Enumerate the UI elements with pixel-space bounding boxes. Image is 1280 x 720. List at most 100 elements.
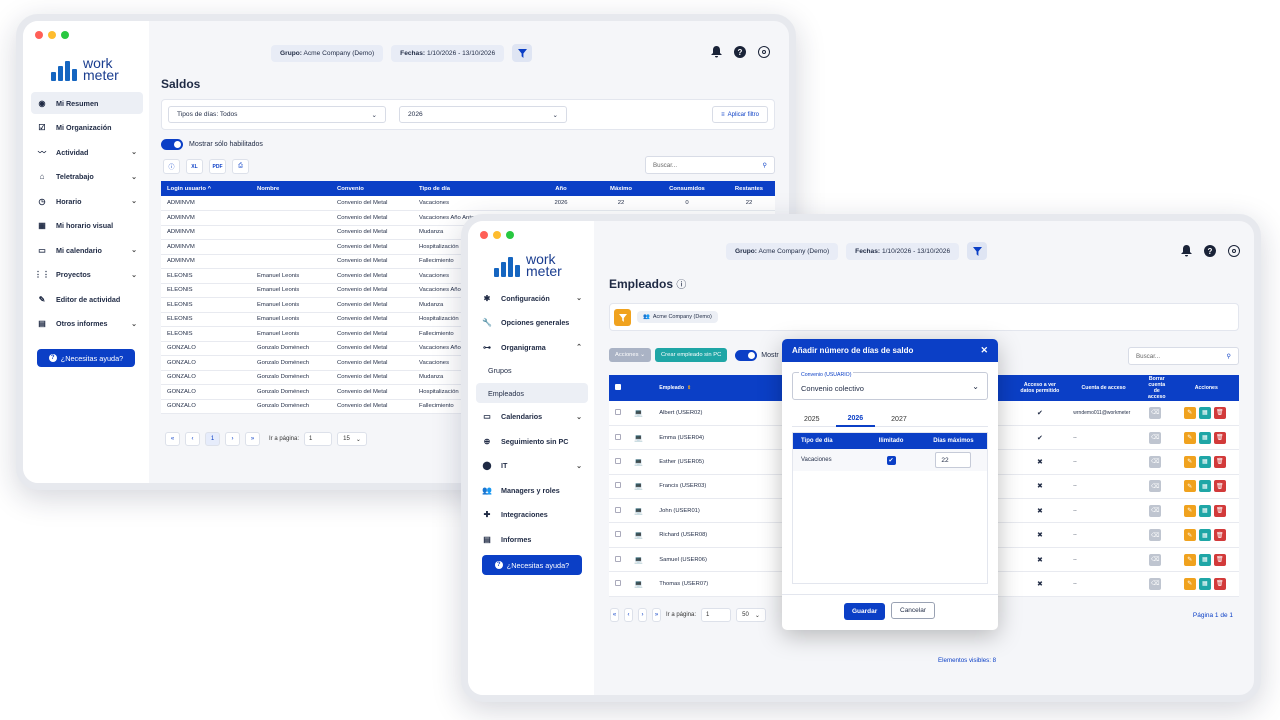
sidebar-item-mi-horario-visual[interactable]: ▦ Mi horario visual [31,215,143,237]
minimize-dot[interactable] [48,31,56,39]
user-icon[interactable] [758,46,770,58]
edit-button[interactable]: ✎ [1183,431,1196,444]
save-button[interactable]: Guardar [844,603,886,620]
edit-button[interactable]: ✎ [1183,406,1196,419]
print-icon[interactable]: ⎙ [232,159,249,174]
column-header[interactable]: Nombre [251,181,331,196]
page-size-select[interactable]: 50 ⌄ [736,608,767,622]
apply-filter-button[interactable]: ≡ Aplicar filtro [712,106,768,123]
delete-button[interactable]: 🗑 [1213,504,1226,517]
sidebar-item-integraciones[interactable]: ✚ Integraciones [476,504,588,526]
employee-name[interactable]: Albert (USER02) [659,410,702,416]
acciones-dropdown[interactable]: Acciones ⌄ [609,348,651,362]
delete-button[interactable]: 🗑 [1213,553,1226,566]
search-input[interactable]: Buscar... ⚲ [1128,347,1239,365]
sidebar-item-managers-y-roles[interactable]: 👥 Managers y roles [476,479,588,501]
edit-button[interactable]: ✎ [1183,553,1196,566]
delete-account-button[interactable]: ⌫ [1149,431,1162,444]
column-header[interactable]: Año [531,181,591,196]
details-button[interactable]: ▦ [1198,529,1211,542]
help-button[interactable]: ? ¿Necesitas ayuda? [482,555,582,575]
page-size-select[interactable]: 15 ⌄ [337,432,368,446]
prev-page-button[interactable]: ‹ [624,608,633,622]
edit-button[interactable]: ✎ [1183,577,1196,590]
dates-pill[interactable]: Fechas: 1/10/2026 - 13/10/2026 [391,44,505,62]
goto-page-input[interactable]: 1 [304,432,333,446]
prev-page-button[interactable]: ‹ [185,432,200,446]
employee-name[interactable]: Emma (USER04) [659,435,704,441]
day-type-select[interactable]: Tipos de días: Todos ⌄ [168,106,386,123]
select-all-checkbox[interactable] [615,384,621,390]
sidebar-item-proyectos[interactable]: ⋮⋮ Proyectos ⌄ [31,264,143,286]
details-button[interactable]: ▦ [1198,455,1211,468]
sidebar-item-mi-resumen[interactable]: ◉ Mi Resumen [31,92,143,114]
delete-button[interactable]: 🗑 [1213,406,1226,419]
details-button[interactable]: ▦ [1198,431,1211,444]
delete-button[interactable]: 🗑 [1213,480,1226,493]
employee-name[interactable]: Samuel (USER06) [659,557,707,563]
table-row[interactable]: ADMINVM Convenio del Metal Vacaciones 2026 2… [161,196,775,211]
filter-button[interactable] [967,242,988,260]
details-button[interactable]: ▦ [1198,480,1211,493]
sidebar-item-horario[interactable]: ◷ Horario ⌄ [31,190,143,212]
row-checkbox[interactable] [615,579,621,586]
info-icon[interactable]: ⓘ [163,159,180,174]
row-checkbox[interactable] [615,433,621,440]
user-icon[interactable] [1228,245,1240,257]
next-page-button[interactable]: › [225,432,240,446]
sidebar-item-configuración[interactable]: ✱ Configuración ⌄ [476,287,588,309]
year-tab-2025[interactable]: 2025 [792,411,832,427]
delete-account-button[interactable]: ⌫ [1149,529,1162,542]
details-button[interactable]: ▦ [1198,406,1211,419]
last-page-button[interactable]: » [652,608,661,622]
sidebar-item-empleados[interactable]: Empleados [476,383,588,403]
delete-account-button[interactable]: ⌫ [1149,504,1162,517]
unlimited-checkbox[interactable]: ✔ [886,455,896,465]
column-header[interactable] [609,375,628,401]
column-header-employee[interactable]: Empleado ⇕ [653,375,775,401]
year-select[interactable]: 2026 ⌄ [399,106,567,123]
sidebar-item-mi-organización[interactable]: ☑ Mi Organización [31,117,143,139]
pdf-icon[interactable]: PDF [209,159,226,174]
help-circle-icon[interactable]: ? [734,46,746,58]
maximize-dot[interactable] [61,31,69,39]
bell-icon[interactable] [1181,245,1192,257]
row-checkbox[interactable] [615,531,621,538]
filter-toggle-button[interactable] [614,309,631,326]
excel-icon[interactable]: XL [186,159,203,174]
sidebar-item-informes[interactable]: ▤ Informes [476,528,588,550]
delete-button[interactable]: 🗑 [1213,431,1226,444]
details-button[interactable]: ▦ [1198,553,1211,566]
filter-button[interactable] [512,44,533,62]
sidebar-item-opciones-generales[interactable]: 🔧 Opciones generales [476,312,588,334]
sidebar-item-organigrama[interactable]: ⊶ Organigrama ⌃ [476,336,588,358]
edit-button[interactable]: ✎ [1183,480,1196,493]
details-button[interactable]: ▦ [1198,504,1211,517]
year-tab-2027[interactable]: 2027 [879,411,919,427]
next-page-button[interactable]: › [638,608,647,622]
delete-account-button[interactable]: ⌫ [1149,406,1162,419]
delete-account-button[interactable]: ⌫ [1149,455,1162,468]
show-toggle[interactable] [735,349,758,361]
close-dot[interactable] [35,31,43,39]
sidebar-item-grupos[interactable]: Grupos [476,361,588,381]
help-button[interactable]: ? ¿Necesitas ayuda? [37,349,135,367]
create-employee-button[interactable]: Crear empleado sin PC [655,348,728,362]
convenio-select[interactable]: Convenio (USUARIO) Convenio colectivo ⌄ [792,372,988,400]
employee-name[interactable]: Esther (USER05) [659,459,704,465]
max-days-input[interactable]: 22 [935,452,972,468]
enabled-toggle[interactable] [161,139,183,150]
close-icon[interactable]: ✕ [980,345,988,356]
column-header[interactable]: Tipo de día [413,181,531,196]
row-checkbox[interactable] [615,506,621,513]
dates-pill[interactable]: Fechas: 1/10/2026 - 13/10/2026 [846,242,960,260]
page-button[interactable]: 1 [205,432,220,446]
column-header[interactable]: Máximo [591,181,651,196]
employee-name[interactable]: John (USER01) [659,508,700,514]
edit-button[interactable]: ✎ [1183,504,1196,517]
delete-button[interactable]: 🗑 [1213,577,1226,590]
edit-button[interactable]: ✎ [1183,529,1196,542]
column-header[interactable]: Restantes [723,181,775,196]
delete-button[interactable]: 🗑 [1213,529,1226,542]
sidebar-item-seguimiento-sin-pc[interactable]: ⊕ Seguimiento sin PC [476,430,588,452]
